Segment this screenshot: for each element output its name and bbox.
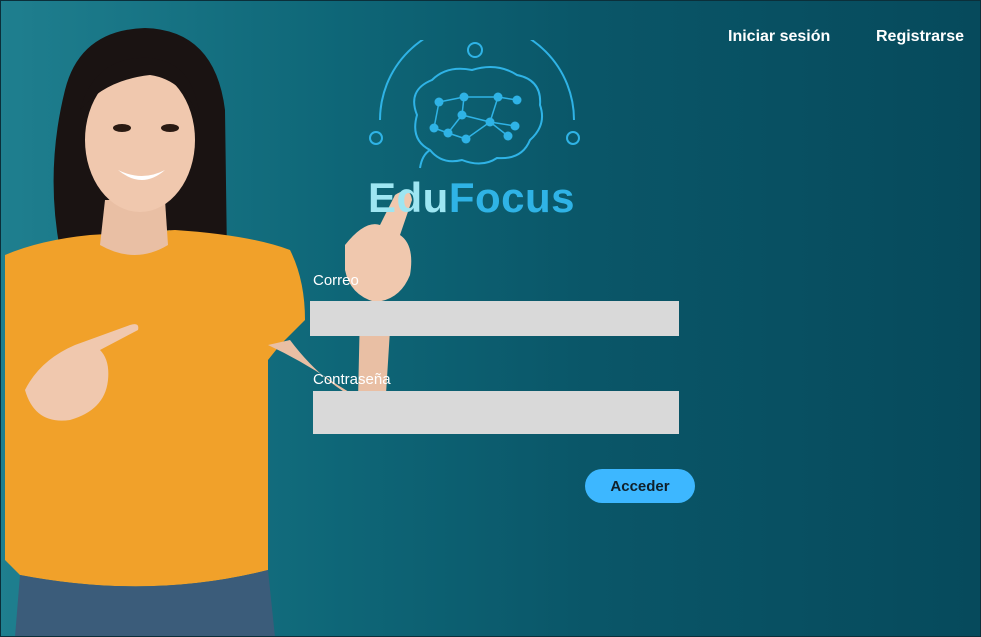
brand-logo-part2: Focus bbox=[448, 174, 576, 221]
password-field[interactable] bbox=[313, 391, 679, 434]
brand-logo-part1: Edu bbox=[368, 174, 449, 221]
email-label: Correo bbox=[313, 272, 359, 289]
nav-register-link[interactable]: Registrarse bbox=[876, 28, 964, 46]
email-field[interactable] bbox=[310, 301, 679, 336]
login-submit-button[interactable]: Acceder bbox=[585, 469, 695, 503]
password-label: Contraseña bbox=[313, 371, 391, 388]
nav-login-link[interactable]: Iniciar sesión bbox=[728, 28, 830, 46]
brain-network-icon bbox=[369, 40, 580, 169]
brand-logo-text: EduFocus bbox=[368, 174, 575, 222]
